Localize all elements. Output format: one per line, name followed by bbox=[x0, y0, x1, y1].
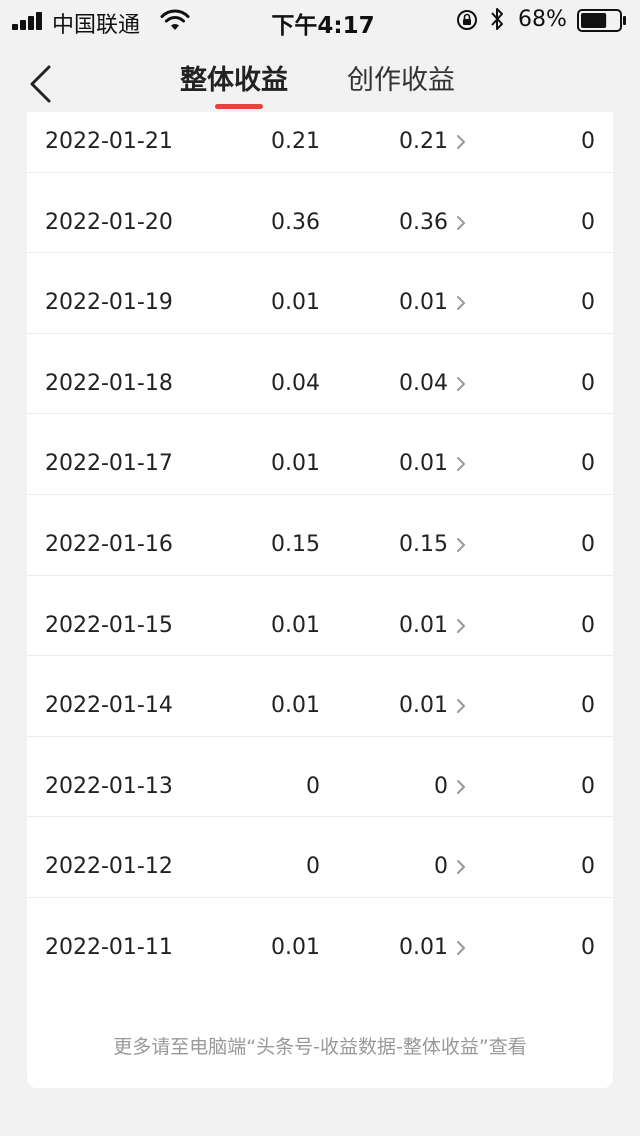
rotation-lock-icon bbox=[457, 10, 477, 30]
row-total-earnings: 0.01 bbox=[271, 935, 320, 960]
row-other-earnings: 0 bbox=[581, 290, 595, 316]
row-total-earnings: 0.15 bbox=[271, 532, 320, 557]
row-total-earnings: 0 bbox=[306, 773, 320, 799]
active-tab-indicator bbox=[215, 104, 263, 109]
row-total-earnings: 0.36 bbox=[271, 209, 320, 235]
row-creation-earnings[interactable]: 0.15 bbox=[399, 531, 448, 559]
row-creation-earnings[interactable]: 0 bbox=[434, 773, 448, 801]
table-row: 2022-01-20 0.36 0.36 0 bbox=[27, 171, 613, 252]
row-creation-earnings[interactable]: 0.36 bbox=[399, 209, 448, 237]
row-other-earnings: 0 bbox=[581, 693, 595, 719]
chevron-right-icon[interactable] bbox=[455, 295, 467, 311]
chevron-right-icon[interactable] bbox=[455, 698, 467, 714]
row-creation-earnings[interactable]: 0.01 bbox=[399, 450, 448, 478]
row-date: 2022-01-15 bbox=[45, 612, 173, 638]
chevron-right-icon[interactable] bbox=[455, 940, 467, 956]
row-total-earnings: 0.01 bbox=[271, 290, 320, 316]
table-row: 2022-01-21 0.21 0.21 0 bbox=[27, 112, 613, 171]
row-total-earnings: 0.01 bbox=[271, 693, 320, 719]
row-other-earnings: 0 bbox=[581, 773, 595, 799]
table-row: 2022-01-14 0.01 0.01 0 bbox=[27, 655, 613, 735]
row-date: 2022-01-19 bbox=[45, 290, 173, 316]
tab-creation-earnings[interactable]: 创作收益 bbox=[347, 58, 455, 97]
battery-percent: 68% bbox=[518, 7, 567, 32]
row-total-earnings: 0.21 bbox=[271, 129, 320, 154]
row-total-earnings: 0.01 bbox=[271, 451, 320, 477]
status-bar: 中国联通 下午4:17 68% bbox=[0, 0, 640, 40]
row-other-earnings: 0 bbox=[581, 854, 595, 880]
row-creation-earnings[interactable]: 0 bbox=[434, 853, 448, 881]
row-creation-earnings[interactable]: 0.01 bbox=[399, 692, 448, 720]
row-other-earnings: 0 bbox=[581, 370, 595, 396]
table-row: 2022-01-17 0.01 0.01 0 bbox=[27, 413, 613, 493]
table-row: 2022-01-11 0.01 0.01 0 bbox=[27, 897, 613, 977]
nav-header: 整体收益 创作收益 bbox=[0, 40, 640, 112]
row-creation-earnings[interactable]: 0.21 bbox=[399, 128, 448, 156]
row-other-earnings: 0 bbox=[581, 451, 595, 477]
table-row: 2022-01-19 0.01 0.01 0 bbox=[27, 252, 613, 332]
chevron-right-icon[interactable] bbox=[455, 859, 467, 875]
row-total-earnings: 0.01 bbox=[271, 612, 320, 638]
tab-overall-earnings[interactable]: 整体收益 bbox=[180, 58, 288, 97]
app-screen: 中国联通 下午4:17 68% 整体收益 创作收益 2022-01-21 0.2… bbox=[0, 0, 640, 1136]
chevron-right-icon[interactable] bbox=[455, 537, 467, 553]
row-date: 2022-01-11 bbox=[45, 935, 173, 960]
footer-note: 更多请至电脑端“头条号-收益数据-整体收益”查看 bbox=[113, 1036, 527, 1058]
row-date: 2022-01-21 bbox=[45, 129, 173, 154]
table-row: 2022-01-12 0 0 0 bbox=[27, 816, 613, 896]
row-creation-earnings[interactable]: 0.04 bbox=[399, 370, 448, 398]
chevron-right-icon[interactable] bbox=[455, 215, 467, 231]
row-other-earnings: 0 bbox=[581, 612, 595, 638]
row-date: 2022-01-20 bbox=[45, 209, 173, 235]
row-other-earnings: 0 bbox=[581, 532, 595, 557]
row-creation-earnings[interactable]: 0.01 bbox=[399, 612, 448, 640]
chevron-right-icon[interactable] bbox=[455, 779, 467, 795]
earnings-list-card: 2022-01-21 0.21 0.21 0 2022-01-20 0.36 0.36 0 20… bbox=[27, 112, 613, 1088]
row-creation-earnings[interactable]: 0.01 bbox=[399, 934, 448, 962]
battery-icon bbox=[577, 9, 626, 32]
back-arrow-icon[interactable] bbox=[28, 64, 54, 104]
row-other-earnings: 0 bbox=[581, 209, 595, 235]
row-date: 2022-01-13 bbox=[45, 773, 173, 799]
row-total-earnings: 0.04 bbox=[271, 370, 320, 396]
row-date: 2022-01-16 bbox=[45, 532, 173, 557]
bluetooth-icon bbox=[491, 8, 503, 30]
row-date: 2022-01-18 bbox=[45, 370, 173, 396]
table-row: 2022-01-16 0.15 0.15 0 bbox=[27, 494, 613, 574]
chevron-right-icon[interactable] bbox=[455, 376, 467, 392]
chevron-right-icon[interactable] bbox=[455, 456, 467, 472]
chevron-right-icon[interactable] bbox=[455, 618, 467, 634]
row-date: 2022-01-17 bbox=[45, 451, 173, 477]
row-date: 2022-01-12 bbox=[45, 854, 173, 880]
table-row: 2022-01-18 0.04 0.04 0 bbox=[27, 332, 613, 413]
row-other-earnings: 0 bbox=[581, 935, 595, 960]
row-creation-earnings[interactable]: 0.01 bbox=[399, 289, 448, 317]
table-row: 2022-01-13 0 0 0 bbox=[27, 735, 613, 816]
row-date: 2022-01-14 bbox=[45, 693, 173, 719]
table-row: 2022-01-15 0.01 0.01 0 bbox=[27, 574, 613, 655]
row-total-earnings: 0 bbox=[306, 854, 320, 880]
chevron-right-icon[interactable] bbox=[455, 134, 467, 150]
row-other-earnings: 0 bbox=[581, 129, 595, 154]
